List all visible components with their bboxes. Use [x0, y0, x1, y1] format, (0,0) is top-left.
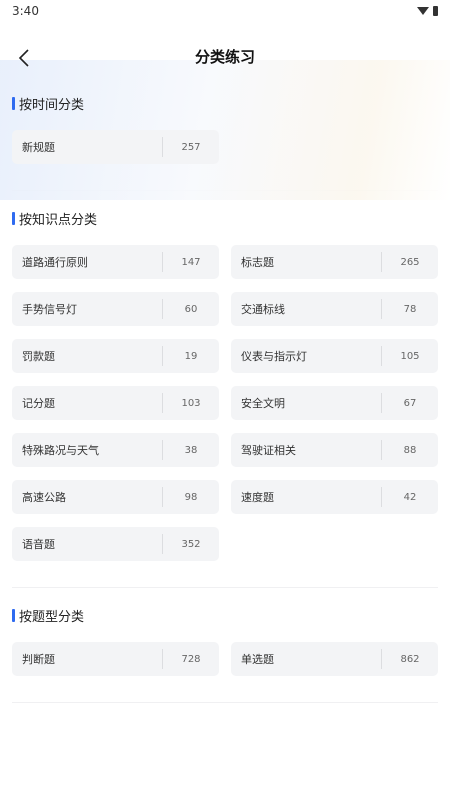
- category-card[interactable]: 特殊路况与天气 38: [12, 433, 219, 467]
- category-label: 驾驶证相关: [241, 444, 296, 457]
- category-card[interactable]: 单选题 862: [231, 642, 438, 676]
- status-icons: [417, 6, 438, 16]
- category-label: 记分题: [22, 397, 55, 410]
- category-label: 高速公路: [22, 491, 66, 504]
- status-time: 3:40: [12, 4, 39, 18]
- category-label: 新规题: [22, 141, 55, 154]
- category-card[interactable]: 语音题 352: [12, 527, 219, 561]
- section-heading: 按时间分类: [12, 90, 438, 116]
- section-title: 按知识点分类: [19, 212, 98, 228]
- section-by-knowledge: 按知识点分类 道路通行原则 147 标志题 265 手势信号灯 60 交通标线 …: [0, 205, 450, 561]
- category-count: 103: [181, 397, 201, 409]
- category-card[interactable]: 交通标线 78: [231, 292, 438, 326]
- category-card[interactable]: 高速公路 98: [12, 480, 219, 514]
- category-count: 352: [181, 538, 201, 550]
- category-count: 105: [400, 350, 420, 362]
- category-count: 257: [181, 141, 201, 153]
- category-card[interactable]: 判断题 728: [12, 642, 219, 676]
- category-count: 147: [181, 256, 201, 268]
- category-grid: 新规题 257: [12, 130, 438, 164]
- category-count: 19: [184, 350, 198, 362]
- category-card[interactable]: 罚款题 19: [12, 339, 219, 373]
- category-count: 265: [400, 256, 420, 268]
- battery-icon: [433, 6, 438, 16]
- category-card[interactable]: 速度题 42: [231, 480, 438, 514]
- title-bar: 分类练习: [0, 22, 450, 90]
- category-card[interactable]: 手势信号灯 60: [12, 292, 219, 326]
- category-label: 特殊路况与天气: [22, 444, 99, 457]
- category-label: 单选题: [241, 653, 274, 666]
- category-count: 60: [184, 303, 198, 315]
- category-grid: 道路通行原则 147 标志题 265 手势信号灯 60 交通标线 78 罚款题 …: [12, 245, 438, 561]
- category-count: 88: [403, 444, 417, 456]
- status-bar: 3:40: [0, 0, 450, 22]
- category-label: 手势信号灯: [22, 303, 77, 316]
- category-label: 道路通行原则: [22, 256, 88, 269]
- category-label: 判断题: [22, 653, 55, 666]
- category-label: 速度题: [241, 491, 274, 504]
- section-divider: [12, 702, 438, 703]
- category-card[interactable]: 安全文明 67: [231, 386, 438, 420]
- section-title: 按时间分类: [19, 97, 85, 113]
- category-count: 67: [403, 397, 417, 409]
- section-marker: [12, 608, 15, 622]
- category-label: 仪表与指示灯: [241, 350, 307, 363]
- wifi-icon: [417, 7, 429, 15]
- category-label: 语音题: [22, 538, 55, 551]
- category-count: 38: [184, 444, 198, 456]
- section-title: 按题型分类: [19, 609, 85, 625]
- category-label: 罚款题: [22, 350, 55, 363]
- category-card[interactable]: 标志题 265: [231, 245, 438, 279]
- category-card[interactable]: 仪表与指示灯 105: [231, 339, 438, 373]
- section-heading: 按知识点分类: [12, 205, 438, 231]
- category-count: 862: [400, 653, 420, 665]
- section-marker: [12, 96, 15, 110]
- category-grid: 判断题 728 单选题 862: [12, 642, 438, 676]
- category-card[interactable]: 道路通行原则 147: [12, 245, 219, 279]
- section-heading: 按题型分类: [12, 602, 438, 628]
- back-button[interactable]: [10, 44, 38, 72]
- category-count: 42: [403, 491, 417, 503]
- section-by-question-type: 按题型分类 判断题 728 单选题 862: [0, 602, 450, 676]
- section-divider: [12, 587, 438, 588]
- category-card[interactable]: 新规题 257: [12, 130, 219, 164]
- category-card[interactable]: 驾驶证相关 88: [231, 433, 438, 467]
- category-count: 728: [181, 653, 201, 665]
- category-label: 交通标线: [241, 303, 285, 316]
- section-marker: [12, 211, 15, 225]
- category-count: 98: [184, 491, 198, 503]
- category-label: 标志题: [241, 256, 274, 269]
- category-card[interactable]: 记分题 103: [12, 386, 219, 420]
- page-title: 分类练习: [194, 47, 255, 66]
- category-count: 78: [403, 303, 417, 315]
- section-by-time: 按时间分类 新规题 257: [0, 90, 450, 164]
- chevron-left-icon: [18, 49, 29, 67]
- category-label: 安全文明: [241, 397, 285, 410]
